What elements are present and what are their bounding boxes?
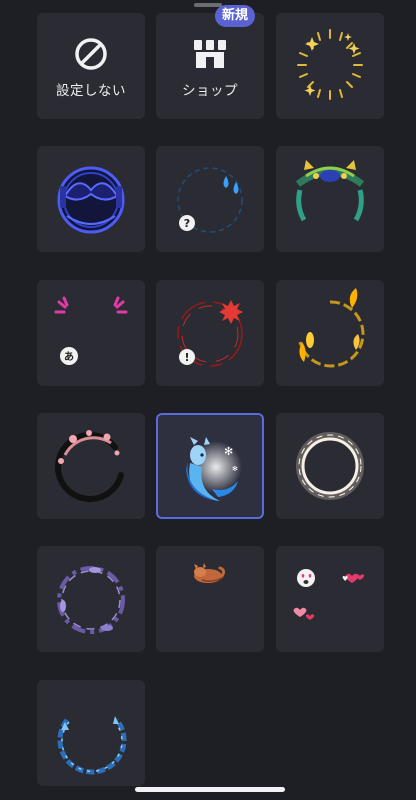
tile-sakura-branch-frame[interactable] xyxy=(37,413,145,519)
blue-dragon-moon-frame-icon: ✻ ✻ xyxy=(186,437,242,501)
purple-vine-frame-icon xyxy=(57,566,125,634)
red-anger-frame-icon: ! xyxy=(177,300,243,367)
svg-text:?: ? xyxy=(184,217,190,230)
sleeping-cat-frame-icon xyxy=(194,563,226,583)
svg-text:!: ! xyxy=(184,351,189,364)
tile-hearts-frame[interactable]: ♥ xyxy=(276,546,384,652)
green-dragon-frame-icon xyxy=(295,160,365,222)
sweat-drops-frame-icon: ? xyxy=(177,167,243,233)
blue-helmet-frame-icon xyxy=(57,166,125,234)
home-indicator xyxy=(135,787,285,792)
svg-text:✻: ✻ xyxy=(232,465,238,473)
tile-none-label: 設定しない xyxy=(56,83,126,99)
sparkle-frame-icon xyxy=(297,29,363,100)
new-badge: 新規 xyxy=(215,5,256,27)
svg-text:あ: あ xyxy=(64,350,74,363)
hearts-frame-icon: ♥ xyxy=(293,569,365,620)
tile-shop-label: ショップ xyxy=(182,83,238,99)
white-ring-frame-icon xyxy=(296,432,364,500)
tile-green-dragon-frame[interactable] xyxy=(276,146,384,252)
tile-white-ring-frame[interactable] xyxy=(276,413,384,519)
svg-text:♥: ♥ xyxy=(342,575,348,583)
tile-none[interactable]: 設定しない xyxy=(37,13,145,119)
pink-surprise-frame-icon: あ xyxy=(54,296,128,365)
gold-flame-frame-icon xyxy=(298,288,365,368)
tile-blue-helmet-frame[interactable] xyxy=(37,146,145,252)
tile-sparkle-frame[interactable] xyxy=(276,13,384,119)
sakura-branch-frame-icon xyxy=(55,430,124,502)
tile-gold-flame-frame[interactable] xyxy=(276,280,384,386)
svg-text:✻: ✻ xyxy=(224,445,233,458)
tile-shop[interactable]: ショップ xyxy=(156,13,264,119)
blue-crystal-frame-icon xyxy=(57,716,127,775)
frame-grid: 設定しない ショップ 新規 ? あ ! ✻ ✻ ♥ xyxy=(0,0,416,800)
no-entry-icon xyxy=(75,38,107,70)
tile-blue-dragon-moon-frame[interactable]: ✻ ✻ xyxy=(156,413,264,519)
tile-blue-crystal-frame[interactable] xyxy=(37,680,145,786)
tile-red-anger-frame[interactable]: ! xyxy=(156,280,264,386)
tile-pink-surprise-frame[interactable]: あ xyxy=(37,280,145,386)
tile-purple-vine-frame[interactable] xyxy=(37,546,145,652)
tile-sleeping-cat-frame[interactable] xyxy=(156,546,264,652)
tile-sweat-drops-frame[interactable]: ? xyxy=(156,146,264,252)
shop-icon xyxy=(194,40,226,68)
